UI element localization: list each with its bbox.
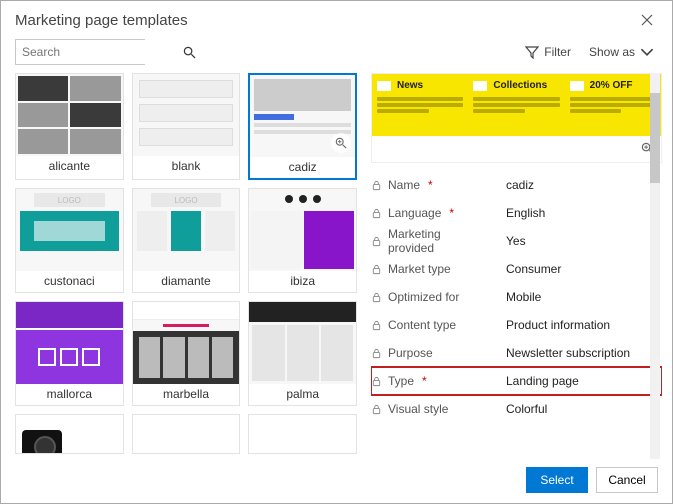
property-label: Name xyxy=(388,178,420,192)
lock-icon xyxy=(371,376,382,387)
property-row: Name * cadiz xyxy=(371,171,662,199)
template-card-palma[interactable]: palma xyxy=(248,301,357,406)
content-area: alicante blank cadiz LOGO custonaci LOGO… xyxy=(1,73,672,459)
template-label: alicante xyxy=(16,156,123,177)
property-value: Product information xyxy=(506,318,610,332)
toolbar: Filter Show as xyxy=(1,37,672,73)
chevron-down-icon xyxy=(640,45,654,59)
property-row: Market type Consumer xyxy=(371,255,662,283)
property-row: Visual style Colorful xyxy=(371,395,662,423)
template-picker-dialog: Marketing page templates Filter Show as … xyxy=(0,0,673,504)
show-as-label: Show as xyxy=(589,45,635,59)
filter-icon xyxy=(525,45,539,59)
property-label: Type xyxy=(388,374,414,388)
dialog-header: Marketing page templates xyxy=(1,1,672,37)
property-row: Purpose Newsletter subscription xyxy=(371,339,662,367)
property-row: Type * Landing page xyxy=(371,367,662,395)
template-label: diamante xyxy=(133,271,240,292)
dialog-footer: Select Cancel xyxy=(1,459,672,503)
template-card-blank[interactable]: blank xyxy=(132,73,241,180)
property-value: Newsletter subscription xyxy=(506,346,630,360)
template-label: palma xyxy=(249,384,356,405)
template-card-cadiz[interactable]: cadiz xyxy=(248,73,357,180)
show-as-button[interactable]: Show as xyxy=(585,43,658,61)
search-icon xyxy=(183,46,196,59)
property-label: Marketing provided xyxy=(388,227,490,255)
search-box[interactable] xyxy=(15,39,145,65)
template-label: cadiz xyxy=(250,157,355,178)
properties-list: Name * cadiz Language * English Marketing prov… xyxy=(371,171,662,459)
property-label: Visual style xyxy=(388,402,448,416)
property-row: Marketing provided Yes xyxy=(371,227,662,255)
lock-icon xyxy=(371,404,382,415)
scrollbar-thumb[interactable] xyxy=(650,93,660,183)
preview-col-label: News xyxy=(397,80,423,91)
template-card-ibiza[interactable]: ibiza xyxy=(248,188,357,293)
property-value: Colorful xyxy=(506,402,547,416)
lock-icon xyxy=(371,180,382,191)
lock-icon xyxy=(371,348,382,359)
template-card-marbella[interactable]: marbella xyxy=(132,301,241,406)
property-value: cadiz xyxy=(506,178,534,192)
property-label: Purpose xyxy=(388,346,433,360)
close-button[interactable] xyxy=(636,9,658,31)
property-label: Market type xyxy=(388,262,451,276)
property-row: Optimized for Mobile xyxy=(371,283,662,311)
property-value: Consumer xyxy=(506,262,561,276)
template-card-diamante[interactable]: LOGO diamante xyxy=(132,188,241,293)
property-row: Language * English xyxy=(371,199,662,227)
required-indicator: * xyxy=(428,178,436,192)
cancel-button[interactable]: Cancel xyxy=(596,467,658,493)
filter-button[interactable]: Filter xyxy=(521,43,575,61)
template-card-partial[interactable] xyxy=(248,414,357,454)
property-row: Content type Product information xyxy=(371,311,662,339)
template-card-alicante[interactable]: alicante xyxy=(15,73,124,180)
filter-label: Filter xyxy=(544,45,571,59)
template-label: custonaci xyxy=(16,271,123,292)
template-preview: News Collections 20% OFF xyxy=(371,73,662,163)
property-value: Yes xyxy=(506,234,526,248)
required-indicator: * xyxy=(449,206,457,220)
zoom-icon[interactable] xyxy=(331,133,351,153)
lock-icon xyxy=(371,292,382,303)
search-input[interactable] xyxy=(16,40,183,64)
scrollbar[interactable] xyxy=(650,73,660,459)
property-value: Mobile xyxy=(506,290,541,304)
template-card-partial[interactable] xyxy=(132,414,241,454)
close-icon xyxy=(641,14,653,26)
template-card-partial[interactable] xyxy=(15,414,124,454)
select-button[interactable]: Select xyxy=(526,467,588,493)
template-label: ibiza xyxy=(249,271,356,292)
property-label: Content type xyxy=(388,318,456,332)
template-card-custonaci[interactable]: LOGO custonaci xyxy=(15,188,124,293)
preview-col-label: 20% OFF xyxy=(590,80,633,91)
property-label: Language xyxy=(388,206,441,220)
required-indicator: * xyxy=(422,374,430,388)
property-value: Landing page xyxy=(506,374,579,388)
template-label: marbella xyxy=(133,384,240,405)
property-label: Optimized for xyxy=(388,290,459,304)
template-label: mallorca xyxy=(16,384,123,405)
lock-icon xyxy=(371,236,382,247)
template-label: blank xyxy=(133,156,240,177)
preview-col-label: Collections xyxy=(493,80,547,91)
template-gallery[interactable]: alicante blank cadiz LOGO custonaci LOGO… xyxy=(15,73,365,459)
dialog-title: Marketing page templates xyxy=(15,12,636,29)
lock-icon xyxy=(371,208,382,219)
lock-icon xyxy=(371,264,382,275)
template-card-mallorca[interactable]: mallorca xyxy=(15,301,124,406)
property-value: English xyxy=(506,206,545,220)
lock-icon xyxy=(371,320,382,331)
detail-panel: News Collections 20% OFF Name * cadiz Langu… xyxy=(365,73,662,459)
